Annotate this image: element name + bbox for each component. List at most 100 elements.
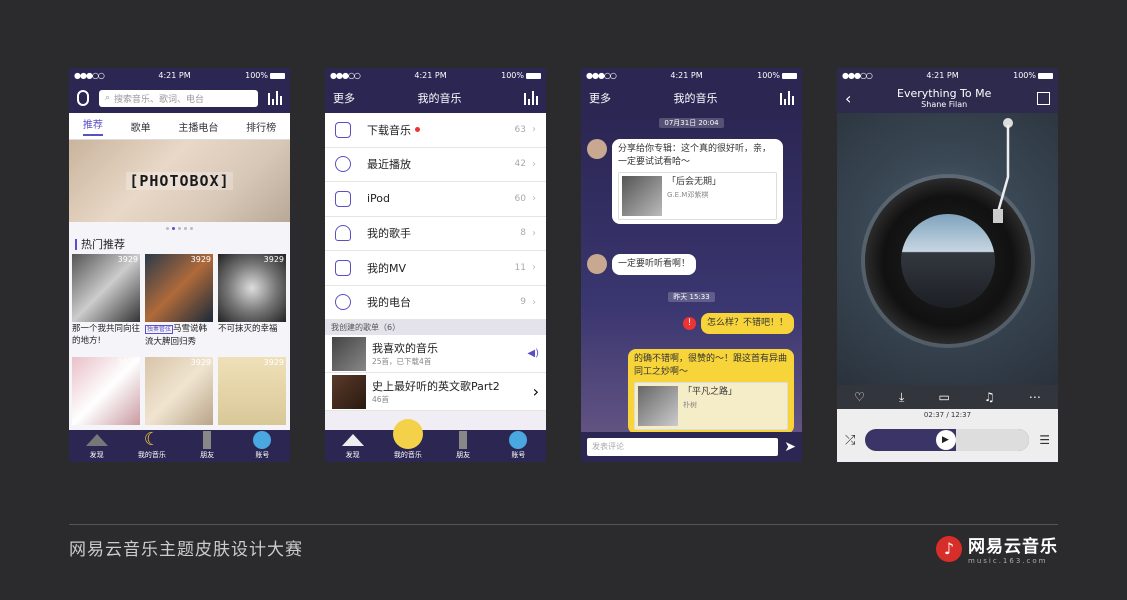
status-time: 4:21 PM <box>414 71 447 80</box>
playlist-card[interactable]: 3929 不可抹灭的幸福 <box>218 254 286 352</box>
signal-indicator: ●●●○○ <box>842 71 873 80</box>
album-cover <box>638 386 678 426</box>
playlist-card[interactable]: 3929 独奏管弦 马雪说韩流大脾回归秀 <box>145 254 213 352</box>
phone-player: ●●●○○ 4:21 PM 100% ‹ Everything To Me Sha… <box>837 68 1058 462</box>
comment-icon[interactable]: ▭ <box>938 390 949 404</box>
message-bubble[interactable]: 的确不错啊，很赞的～！跟这首有异曲同工之妙啊～ 「平凡之路」 朴树 <box>628 349 794 434</box>
netease-music-icon: ♪ <box>936 535 962 562</box>
comment-input[interactable]: 发表评论 <box>587 438 779 456</box>
microphone-icon[interactable] <box>77 90 89 106</box>
tabbar-my-music[interactable]: 我的音乐 <box>383 419 433 460</box>
playlist-name: 我喜欢的音乐 <box>372 342 438 355</box>
message-bubble[interactable]: 一定要听听看啊！ <box>612 254 697 275</box>
comment-bar: 发表评论 ➤ <box>581 432 802 462</box>
battery-icon <box>1037 72 1053 79</box>
battery-label: 100% <box>757 71 780 80</box>
battery: 100% <box>1013 71 1053 80</box>
more-button[interactable]: 更多 <box>333 90 355 106</box>
tabbar-account[interactable]: 账号 <box>493 431 543 460</box>
menu-row-radio[interactable]: 我的电台 9 › <box>325 285 546 320</box>
avatar[interactable] <box>587 139 607 159</box>
play-button[interactable]: ▶ <box>935 430 956 450</box>
send-icon[interactable]: ➤ <box>784 439 796 455</box>
phone-chat: ●●●○○ 4:21 PM 100% 更多 我的音乐 07月31日 20:04 … <box>581 68 802 462</box>
shared-album-card[interactable]: 「平凡之路」 朴树 <box>634 382 788 430</box>
tab-radio[interactable]: 主播电台 <box>178 119 218 134</box>
bird-icon <box>253 431 272 449</box>
chevron-right-icon: › <box>532 296 536 308</box>
playlist-row[interactable]: 我喜欢的音乐 25首，已下载4首 ◀) <box>325 335 546 373</box>
timestamp-text: 昨天 15:33 <box>668 292 715 302</box>
music-note-icon[interactable]: ♫ <box>984 390 995 404</box>
chevron-right-icon: › <box>532 158 536 170</box>
shuffle-icon[interactable]: ⤮ <box>845 433 855 448</box>
playlist-meta: 25首，已下载4首 <box>372 357 432 366</box>
playlists-header: 我创建的歌单（6） <box>325 320 546 335</box>
play-count: 3929 <box>263 358 284 367</box>
album-artist: G.E.M邓紫棋 <box>667 191 709 199</box>
battery-icon <box>269 72 285 79</box>
row-label: 下载音乐 <box>367 123 411 137</box>
shared-album-card[interactable]: 「后会无期」 G.E.M邓紫棋 <box>618 172 777 220</box>
error-icon[interactable]: ! <box>682 317 696 330</box>
status-time: 4:21 PM <box>158 71 191 80</box>
now-playing-icon[interactable] <box>524 91 538 105</box>
timestamp-text: 07月31日 20:04 <box>659 118 724 128</box>
singer-icon <box>335 225 351 242</box>
tabbar-my-music[interactable]: ☾ 我的音乐 <box>127 431 177 460</box>
menu-row-mv[interactable]: 我的MV 11 › <box>325 251 546 286</box>
playlist-cover <box>332 336 366 371</box>
timestamp: 昨天 15:33 <box>581 287 802 302</box>
download-icon[interactable]: ⤓ <box>899 390 904 405</box>
avatar[interactable] <box>587 254 607 274</box>
message-text: 分享给你专辑：这个真的很好听，亲，一定要试试看哈～ <box>618 144 772 167</box>
tabbar-label: 朋友 <box>200 451 215 459</box>
menu-row-downloads[interactable]: 下载音乐 63 › <box>325 113 546 148</box>
logo-name: 网易云音乐 <box>968 537 1058 557</box>
battery-icon <box>781 72 797 79</box>
menu-row-ipod[interactable]: iPod 60 › <box>325 182 546 217</box>
menu-row-recent[interactable]: 最近播放 42 › <box>325 147 546 182</box>
bird-icon <box>509 431 528 449</box>
lighthouse-icon <box>203 431 212 449</box>
divider <box>69 524 1058 525</box>
banner-pager <box>69 222 290 234</box>
more-icon[interactable]: ⋯ <box>1029 390 1041 404</box>
tabbar-account[interactable]: 账号 <box>237 431 287 460</box>
battery-label: 100% <box>501 71 524 80</box>
new-dot <box>415 127 420 133</box>
tab-playlists[interactable]: 歌单 <box>131 119 151 134</box>
netease-logo: ♪ 网易云音乐 music.163.com <box>936 532 1058 565</box>
message-bubble[interactable]: 分享给你专辑：这个真的很好听，亲，一定要试试看哈～ 「后会无期」 G.E.M邓紫棋 <box>612 139 783 224</box>
tabbar-discover[interactable]: 发现 <box>328 434 378 460</box>
playlist-card[interactable]: 3929 那一个我共同向往的地方! <box>72 254 140 352</box>
now-playing-icon[interactable] <box>268 91 282 105</box>
back-icon[interactable]: ‹ <box>845 89 851 108</box>
card-caption: 不可抹灭的幸福 <box>218 324 278 334</box>
album-title: 「后会无期」 <box>667 177 722 187</box>
more-button[interactable]: 更多 <box>589 90 611 106</box>
player-background <box>837 113 1058 385</box>
playlist-row[interactable]: 史上最好听的英文歌Part2 46首 › <box>325 373 546 411</box>
banner[interactable]: [PHOTOBOX] <box>69 140 290 222</box>
now-playing-icon[interactable] <box>780 91 794 105</box>
tabbar-friends[interactable]: 朋友 <box>438 431 488 460</box>
share-icon[interactable] <box>1036 91 1050 105</box>
tabbar-discover[interactable]: 发现 <box>72 434 122 460</box>
tab-bar: 发现 我的音乐 朋友 账号 <box>325 419 546 462</box>
status-bar: ●●●○○ 4:21 PM 100% <box>581 68 802 83</box>
chevron-right-icon: › <box>532 382 539 401</box>
heart-icon[interactable]: ♡ <box>854 390 865 404</box>
tab-charts[interactable]: 排行榜 <box>246 119 276 134</box>
message-bubble[interactable]: 怎么样？不错吧！！ <box>700 313 794 334</box>
menu-row-artists[interactable]: 我的歌手 8 › <box>325 216 546 251</box>
tab-recommend[interactable]: 推荐 <box>82 116 103 136</box>
signal-indicator: ●●●○○ <box>330 71 361 80</box>
search-input[interactable]: ⌕ 搜索音乐、歌词、电台 <box>99 89 258 107</box>
progress-slider[interactable]: ▶ <box>865 429 1030 451</box>
playlist-icon[interactable]: ☰ <box>1039 433 1050 447</box>
tabbar-friends[interactable]: 朋友 <box>182 431 232 460</box>
discover-tabs: 推荐 歌单 主播电台 排行榜 <box>69 113 290 140</box>
card-tag: 独奏管弦 <box>145 325 174 334</box>
download-icon <box>335 121 351 138</box>
